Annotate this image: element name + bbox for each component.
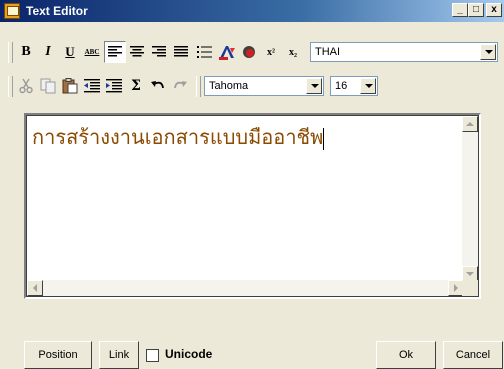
maximize-button[interactable]: □ xyxy=(468,3,484,17)
position-button[interactable]: Position xyxy=(24,341,92,369)
align-right-button[interactable] xyxy=(148,41,170,63)
ok-button[interactable]: Ok xyxy=(376,341,436,369)
copy-button[interactable] xyxy=(37,75,59,97)
align-right-icon xyxy=(152,46,166,57)
superscript-button[interactable]: x² xyxy=(260,41,282,63)
font-family-value: Tahoma xyxy=(209,80,249,92)
vertical-scrollbar[interactable] xyxy=(462,116,478,282)
close-button[interactable]: x xyxy=(486,3,502,17)
font-size-value: 16 xyxy=(335,80,348,92)
arrow-down-icon xyxy=(466,272,474,276)
chevron-down-icon[interactable] xyxy=(360,78,376,94)
app-icon xyxy=(4,3,20,19)
link-button[interactable]: Link xyxy=(99,341,139,369)
chevron-down-icon[interactable] xyxy=(480,44,496,60)
editor-content: การสร้างงานเอกสารแบบมืออาชีพ xyxy=(32,125,324,149)
copy-icon xyxy=(40,78,56,94)
align-center-button[interactable] xyxy=(126,41,148,63)
edit-toolbar: Σ Tahoma 16 xyxy=(8,74,498,100)
outdent-icon xyxy=(84,79,100,93)
underline-button[interactable]: U xyxy=(59,41,81,63)
subscript-button[interactable]: x₂ xyxy=(282,41,304,63)
indent-button[interactable] xyxy=(103,75,125,97)
highlight-icon xyxy=(243,46,255,58)
justify-button[interactable] xyxy=(170,41,192,63)
sum-button[interactable]: Σ xyxy=(125,75,147,97)
font-color-icon xyxy=(219,46,235,60)
language-select[interactable]: THAI xyxy=(310,42,498,62)
redo-icon xyxy=(174,81,187,89)
align-center-icon xyxy=(130,46,144,57)
align-left-icon xyxy=(108,46,122,57)
paste-icon xyxy=(62,78,78,94)
title-bar: Text Editor _ □ x xyxy=(0,0,504,22)
scrollbar-corner xyxy=(462,280,478,296)
minimize-button[interactable]: _ xyxy=(452,3,468,17)
bold-button[interactable]: B xyxy=(15,41,37,63)
window-title: Text Editor xyxy=(26,4,88,18)
undo-button[interactable] xyxy=(147,75,169,97)
chevron-down-icon[interactable] xyxy=(306,78,322,94)
editor-area[interactable]: การสร้างงานเอกสารแบบมืออาชีพ xyxy=(24,113,481,299)
font-color-button[interactable] xyxy=(216,41,238,63)
redo-button[interactable] xyxy=(169,75,191,97)
spellcheck-button[interactable]: ABC xyxy=(81,41,103,63)
unicode-label: Unicode xyxy=(165,347,213,361)
arrow-right-icon xyxy=(454,284,458,292)
arrow-left-icon xyxy=(33,284,37,292)
highlight-button[interactable] xyxy=(238,41,260,63)
toolbar-grip[interactable] xyxy=(8,42,13,63)
paste-button[interactable] xyxy=(59,75,81,97)
scroll-up-button[interactable] xyxy=(462,116,478,132)
cut-button[interactable] xyxy=(15,75,37,97)
format-toolbar: B I U ABC x² x₂ THAI xyxy=(8,40,498,66)
italic-button[interactable]: I xyxy=(37,41,59,63)
font-family-select[interactable]: Tahoma xyxy=(204,76,324,96)
arrow-up-icon xyxy=(466,122,474,126)
unicode-checkbox[interactable] xyxy=(146,349,159,362)
outdent-button[interactable] xyxy=(81,75,103,97)
justify-icon xyxy=(174,46,188,57)
scroll-left-button[interactable] xyxy=(27,280,43,296)
toolbar-grip[interactable] xyxy=(196,76,201,97)
font-size-select[interactable]: 16 xyxy=(330,76,378,96)
align-left-button[interactable] xyxy=(104,41,126,63)
bullet-list-button[interactable] xyxy=(194,41,216,63)
language-select-value: THAI xyxy=(315,46,341,58)
text-caret xyxy=(323,127,325,150)
cancel-button[interactable]: Cancel xyxy=(443,341,503,369)
indent-icon xyxy=(106,79,122,93)
scissors-icon xyxy=(19,78,33,94)
undo-icon xyxy=(151,81,164,89)
toolbar-grip[interactable] xyxy=(8,76,13,97)
horizontal-scrollbar[interactable] xyxy=(27,280,464,296)
bullet-list-icon xyxy=(197,46,212,58)
